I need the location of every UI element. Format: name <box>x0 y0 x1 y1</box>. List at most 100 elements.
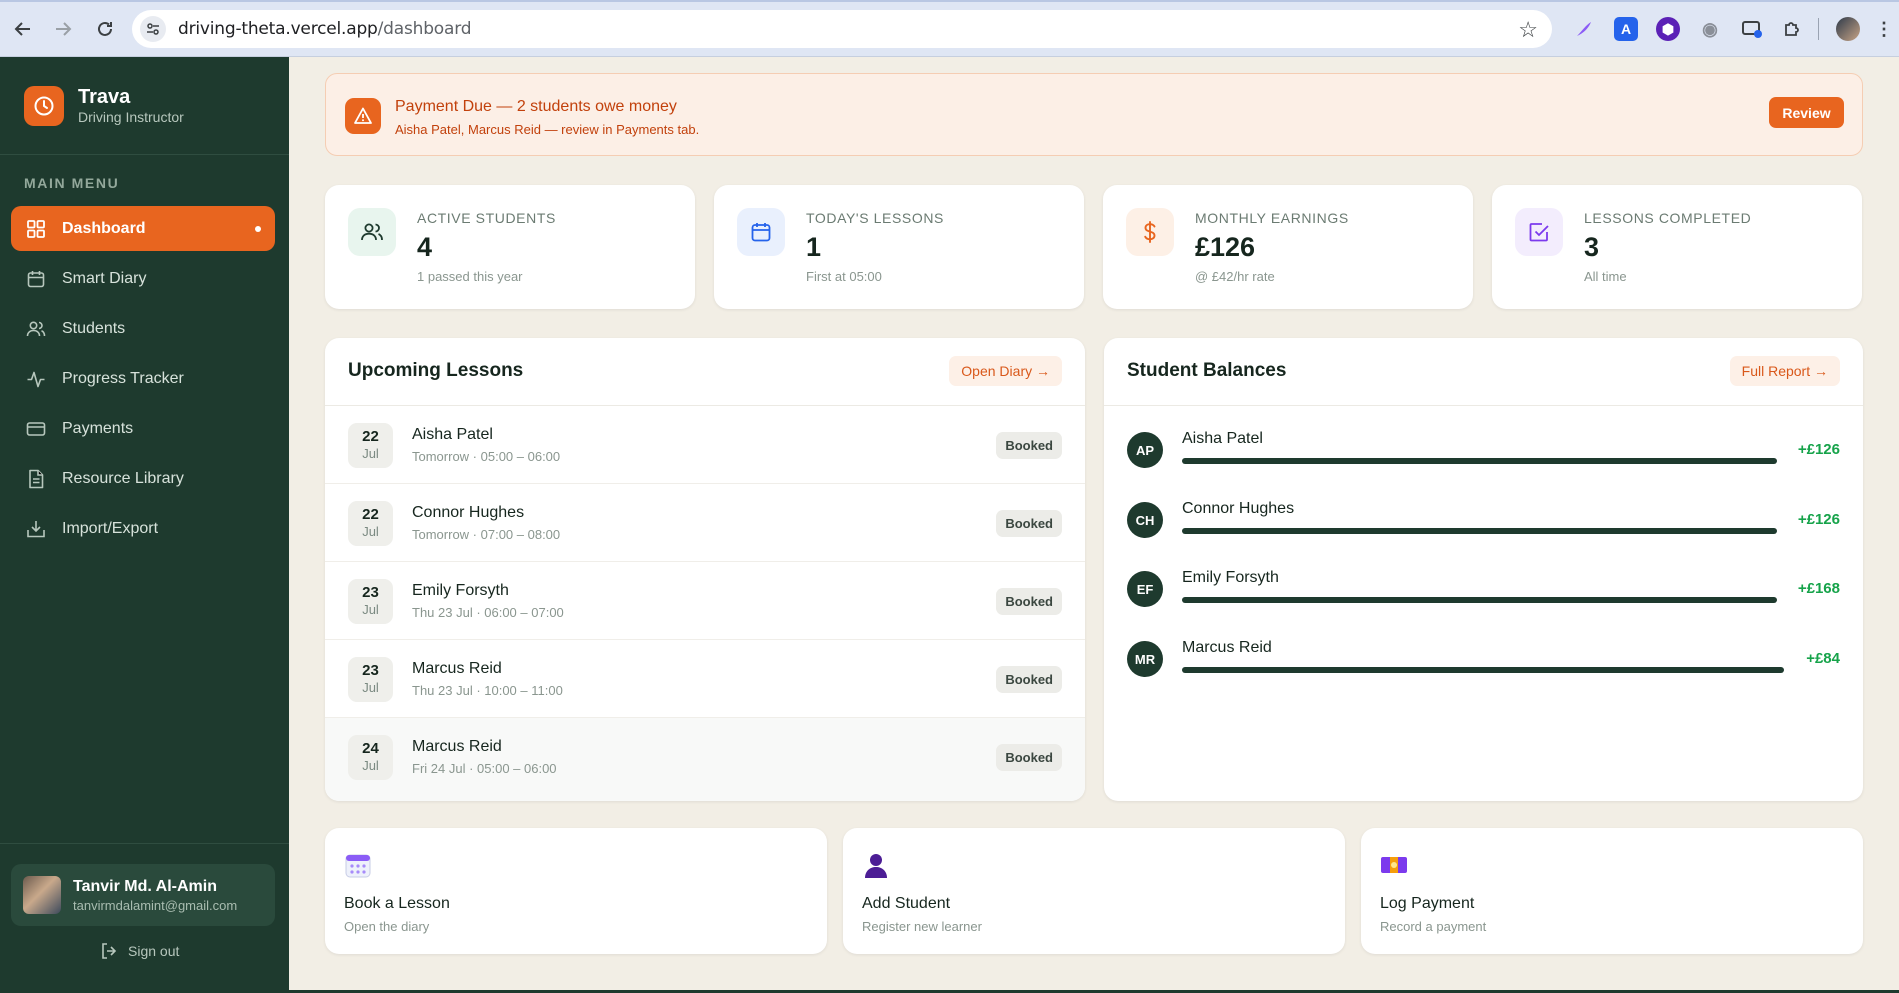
camera-extension-icon[interactable]: ◉ <box>1698 17 1722 41</box>
student-name: Connor Hughes <box>1182 500 1295 517</box>
banner-title: Payment Due — 2 students owe money <box>395 98 677 115</box>
sidebar-item-payments[interactable]: Payments <box>11 406 275 451</box>
lesson-student-name: Connor Hughes <box>412 504 525 521</box>
stat-subtext: First at 05:00 <box>806 269 882 284</box>
url-path: /dashboard <box>377 19 472 39</box>
review-button[interactable]: Review <box>1769 97 1844 128</box>
date-month: Jul <box>362 524 379 539</box>
balance-row[interactable]: EF Emily Forsyth +£168 <box>1104 559 1863 619</box>
brand-subtitle: Driving Instructor <box>78 109 184 125</box>
forward-arrow-icon[interactable] <box>48 14 78 44</box>
lesson-row[interactable]: 23 Jul Emily Forsyth Thu 23 Jul · 06:00 … <box>325 562 1085 640</box>
balance-amount: +£126 <box>1797 511 1840 528</box>
menu-section-title: MAIN MENU <box>24 175 120 191</box>
balance-row[interactable]: AP Aisha Patel +£126 <box>1104 420 1863 480</box>
back-arrow-icon[interactable] <box>8 14 38 44</box>
profile-avatar[interactable] <box>1836 17 1860 41</box>
student-initials-avatar: MR <box>1127 641 1163 677</box>
action-title: Add Student <box>862 895 951 912</box>
status-badge: Booked <box>996 666 1062 693</box>
sign-out-button[interactable]: Sign out <box>100 942 179 960</box>
balance-bar <box>1182 458 1777 464</box>
toolbar-separator <box>1818 18 1819 40</box>
stat-label: LESSONS COMPLETED <box>1584 210 1752 226</box>
sidebar-divider <box>0 154 289 155</box>
panel-title: Student Balances <box>1127 360 1287 381</box>
banner-subtitle: Aisha Patel, Marcus Reid — review in Pay… <box>395 122 700 137</box>
user-name: Tanvir Md. Al-Amin <box>73 877 217 895</box>
sidebar-item-import-export[interactable]: Import/Export <box>11 506 275 551</box>
date-day: 23 <box>362 662 379 679</box>
lesson-row[interactable]: 23 Jul Marcus Reid Thu 23 Jul · 10:00 – … <box>325 640 1085 718</box>
reload-icon[interactable] <box>90 14 120 44</box>
status-badge: Booked <box>996 744 1062 771</box>
browser-menu-icon[interactable]: ⋮ <box>1872 17 1896 41</box>
avatar <box>23 876 61 914</box>
active-indicator-dot <box>255 226 261 232</box>
lesson-time: Tomorrow · 07:00 – 08:00 <box>412 527 561 542</box>
book-lesson-card[interactable]: Book a Lesson Open the diary <box>325 828 827 954</box>
balance-row[interactable]: CH Connor Hughes +£126 <box>1104 490 1863 550</box>
stat-label: MONTHLY EARNINGS <box>1195 210 1349 226</box>
balance-bar <box>1182 667 1784 673</box>
balance-row[interactable]: MR Marcus Reid +£84 <box>1104 629 1863 689</box>
users-icon <box>348 208 396 256</box>
stat-value: 4 <box>417 232 433 262</box>
action-subtitle: Register new learner <box>862 919 982 934</box>
lesson-row[interactable]: 22 Jul Connor Hughes Tomorrow · 07:00 – … <box>325 484 1085 562</box>
stat-subtext: @ £42/hr rate <box>1195 269 1275 284</box>
sidebar-item-resource-library[interactable]: Resource Library <box>11 456 275 501</box>
status-badge: Booked <box>996 588 1062 615</box>
credit-card-icon <box>25 418 47 440</box>
address-bar[interactable]: driving-theta.vercel.app/dashboard ☆ <box>132 10 1552 48</box>
shield-extension-icon[interactable]: ⬢ <box>1656 17 1680 41</box>
action-title: Book a Lesson <box>344 895 450 912</box>
stat-label: TODAY'S LESSONS <box>806 210 944 226</box>
browser-chrome: driving-theta.vercel.app/dashboard ☆ A ⬢… <box>0 0 1899 57</box>
full-report-link[interactable]: Full Report → <box>1729 356 1840 386</box>
money-icon <box>1379 850 1409 880</box>
date-badge: 23 Jul <box>348 657 393 702</box>
sign-out-icon <box>102 943 117 959</box>
brand[interactable]: Trava Driving Instructor <box>24 86 184 126</box>
activity-icon <box>25 368 47 390</box>
url-host: driving-theta.vercel.app <box>178 19 378 39</box>
lesson-row[interactable]: 22 Jul Aisha Patel Tomorrow · 05:00 – 06… <box>325 406 1085 484</box>
document-icon <box>25 468 47 490</box>
date-badge: 23 Jul <box>348 579 393 624</box>
date-day: 22 <box>362 506 379 523</box>
balance-amount: +£84 <box>1806 650 1840 667</box>
bookmark-star-icon[interactable]: ☆ <box>1518 17 1538 43</box>
lesson-student-name: Marcus Reid <box>412 738 502 755</box>
sign-out-label: Sign out <box>128 943 180 959</box>
sidebar-item-label: Resource Library <box>62 469 184 487</box>
dollar-icon <box>1126 208 1174 256</box>
log-payment-card[interactable]: Log Payment Record a payment <box>1361 828 1863 954</box>
sidebar-item-label: Progress Tracker <box>62 369 184 387</box>
user-card[interactable]: Tanvir Md. Al-Amin tanvirmdalamint@gmail… <box>11 864 275 926</box>
stat-value: £126 <box>1195 232 1256 262</box>
brand-name: Trava <box>78 86 131 108</box>
extensions-puzzle-icon[interactable] <box>1780 17 1804 41</box>
status-badge: Booked <box>996 510 1062 537</box>
add-student-card[interactable]: Add Student Register new learner <box>843 828 1345 954</box>
tab-manager-extension-icon[interactable] <box>1740 17 1764 41</box>
sidebar-item-progress-tracker[interactable]: Progress Tracker <box>11 356 275 401</box>
stat-card-lessons-completed: LESSONS COMPLETED 3 All time <box>1492 185 1862 309</box>
translate-extension-icon[interactable]: A <box>1614 17 1638 41</box>
sidebar-item-label: Dashboard <box>62 219 146 237</box>
date-day: 22 <box>362 428 379 445</box>
lesson-row[interactable]: 24 Jul Marcus Reid Fri 24 Jul · 05:00 – … <box>325 718 1085 801</box>
sidebar-item-smart-diary[interactable]: Smart Diary <box>11 256 275 301</box>
open-diary-link[interactable]: Open Diary → <box>949 356 1062 386</box>
date-month: Jul <box>362 602 379 617</box>
status-badge: Booked <box>996 432 1062 459</box>
sidebar-item-students[interactable]: Students <box>11 306 275 351</box>
site-info-icon[interactable] <box>140 16 166 42</box>
action-title: Log Payment <box>1380 895 1475 912</box>
quill-extension-icon[interactable] <box>1572 17 1596 41</box>
lesson-student-name: Aisha Patel <box>412 426 493 443</box>
sidebar-item-dashboard[interactable]: Dashboard <box>11 206 275 251</box>
warning-icon <box>345 98 381 134</box>
lesson-time: Thu 23 Jul · 10:00 – 11:00 <box>412 683 563 698</box>
